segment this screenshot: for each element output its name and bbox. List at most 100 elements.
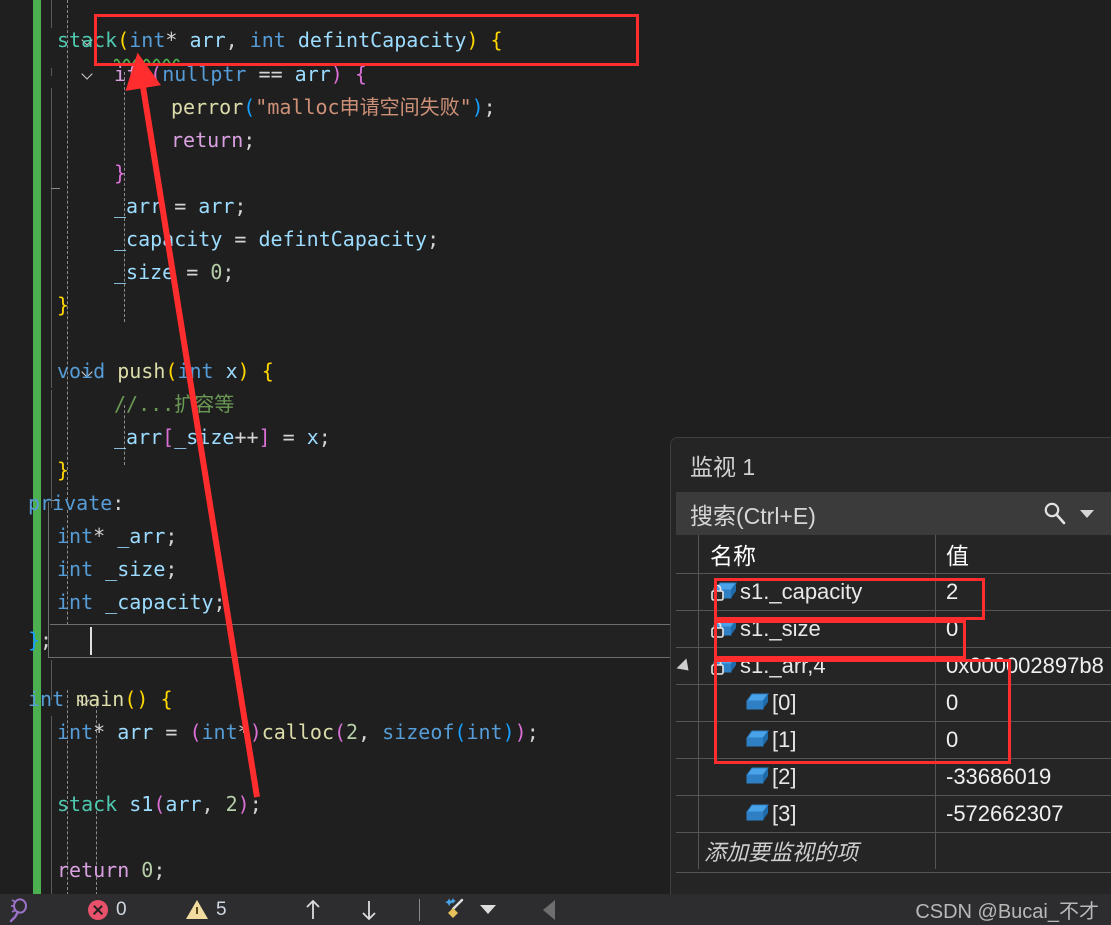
code-line[interactable]: int main() { xyxy=(28,683,173,717)
watch-row[interactable]: [3] -572662307 xyxy=(676,796,1111,833)
code-token: ( xyxy=(454,720,467,744)
code-token: _size xyxy=(105,557,166,581)
code-token: ( xyxy=(333,720,347,744)
code-line[interactable]: int* _arr; xyxy=(57,520,177,554)
code-token: void xyxy=(57,359,106,383)
search-icon[interactable] xyxy=(1042,501,1068,527)
code-line[interactable]: }; xyxy=(28,624,52,658)
code-token: ; xyxy=(165,524,178,548)
warning-count-indicator[interactable]: 5 xyxy=(186,894,227,925)
code-line[interactable]: perror("malloc申请空间失败"); xyxy=(171,91,496,125)
watch-search-box[interactable]: 搜索(Ctrl+E) xyxy=(676,492,1111,535)
code-token: 2 xyxy=(225,792,238,816)
code-token: ; xyxy=(153,858,166,882)
watch-capacity-box xyxy=(714,578,985,620)
code-token: ; xyxy=(483,95,496,119)
ctor-signature-box xyxy=(94,14,639,66)
code-token: = xyxy=(153,720,190,744)
code-token: ; xyxy=(234,194,247,218)
code-token: 0 xyxy=(141,858,154,882)
watch-add-item-row[interactable]: 添加要监视的项 xyxy=(676,833,1111,873)
watch-add-item-placeholder[interactable]: 添加要监视的项 xyxy=(698,833,936,869)
code-line[interactable]: stack s1(arr, 2); xyxy=(57,788,262,822)
code-line[interactable]: int* arr = (int*)calloc(2, sizeof(int)); xyxy=(57,716,539,750)
code-line[interactable]: return 0; xyxy=(57,854,165,888)
row-gutter xyxy=(676,611,699,647)
watch-arr-box xyxy=(714,659,1011,764)
code-token: ++ xyxy=(234,425,259,449)
code-line[interactable]: _size = 0; xyxy=(114,256,234,290)
code-token: ; xyxy=(318,425,331,449)
error-count-indicator[interactable]: 0 xyxy=(88,894,127,925)
wrench-bug-icon[interactable] xyxy=(6,894,32,925)
chevron-down-icon[interactable] xyxy=(1080,510,1094,518)
code-token: perror xyxy=(171,95,244,119)
watch-row[interactable]: [2] -33686019 xyxy=(676,759,1111,796)
code-token: _size xyxy=(114,260,175,284)
watch-row-value[interactable]: -33686019 xyxy=(936,759,1111,795)
code-token: } xyxy=(114,161,127,185)
code-editor[interactable]: stack(int* arr, int defintCapacity) {if … xyxy=(0,0,672,894)
watch-row-name[interactable]: [3] xyxy=(698,796,936,832)
code-line[interactable]: int _size; xyxy=(57,553,177,587)
code-token: _capacity xyxy=(105,590,214,614)
row-gutter xyxy=(676,722,699,758)
code-token: int xyxy=(57,524,94,548)
code-token: "malloc申请空间失败" xyxy=(255,95,472,119)
code-line[interactable]: //...扩容等 xyxy=(114,388,234,422)
code-token: arr xyxy=(117,720,154,744)
status-bar[interactable]: 0 5 CSDN @Bucai_不才 xyxy=(0,894,1111,925)
code-token: ; xyxy=(213,590,226,614)
row-gutter xyxy=(676,574,699,610)
arrow-down-icon[interactable] xyxy=(356,894,382,925)
code-line[interactable]: } xyxy=(114,157,126,191)
code-token: , xyxy=(358,720,383,744)
expander-triangle-icon[interactable] xyxy=(676,658,694,676)
arrow-up-icon[interactable] xyxy=(300,894,326,925)
column-header-name[interactable]: 名称 xyxy=(698,535,936,573)
code-line[interactable]: } xyxy=(57,289,69,323)
code-token: defintCapacity xyxy=(258,227,428,251)
code-line[interactable]: private: xyxy=(28,487,124,521)
code-token: calloc xyxy=(261,720,334,744)
watch-row-value[interactable]: -572662307 xyxy=(936,796,1111,832)
code-token: int xyxy=(57,720,94,744)
watch-add-item-value[interactable] xyxy=(936,833,1111,869)
code-line[interactable]: void push(int x) { xyxy=(57,355,274,389)
field-icon xyxy=(742,801,772,827)
code-token: ; xyxy=(249,792,262,816)
code-token: ) xyxy=(237,359,250,383)
code-token: int xyxy=(466,720,503,744)
code-token: int xyxy=(57,590,94,614)
code-line[interactable]: } xyxy=(28,887,40,894)
code-line[interactable]: _capacity = defintCapacity; xyxy=(114,223,439,257)
code-line[interactable]: int _capacity; xyxy=(57,586,226,620)
code-line[interactable]: _arr[_size++] = x; xyxy=(114,421,331,455)
code-line[interactable]: } xyxy=(57,454,69,488)
code-token: ) xyxy=(249,720,262,744)
code-token: push xyxy=(117,359,166,383)
triangle-left-icon[interactable] xyxy=(543,900,555,920)
code-token: ; xyxy=(222,260,235,284)
code-token: = xyxy=(162,194,199,218)
error-circle-icon xyxy=(88,899,108,920)
code-text[interactable]: stack(int* arr, int defintCapacity) {if … xyxy=(0,0,672,894)
code-token: } xyxy=(57,293,70,317)
code-token: ) xyxy=(237,792,250,816)
code-token: arr xyxy=(198,194,235,218)
code-token: ) xyxy=(514,720,527,744)
code-line[interactable]: return; xyxy=(171,124,255,158)
broom-sparkle-icon[interactable] xyxy=(440,894,470,925)
code-token: _capacity xyxy=(114,227,223,251)
code-token: () xyxy=(124,687,149,711)
code-token: , xyxy=(201,792,226,816)
watch-row-name[interactable]: [2] xyxy=(698,759,936,795)
column-header-value[interactable]: 值 xyxy=(936,535,1111,573)
code-line[interactable]: _arr = arr; xyxy=(114,190,246,224)
chevron-down-icon[interactable] xyxy=(480,905,496,914)
